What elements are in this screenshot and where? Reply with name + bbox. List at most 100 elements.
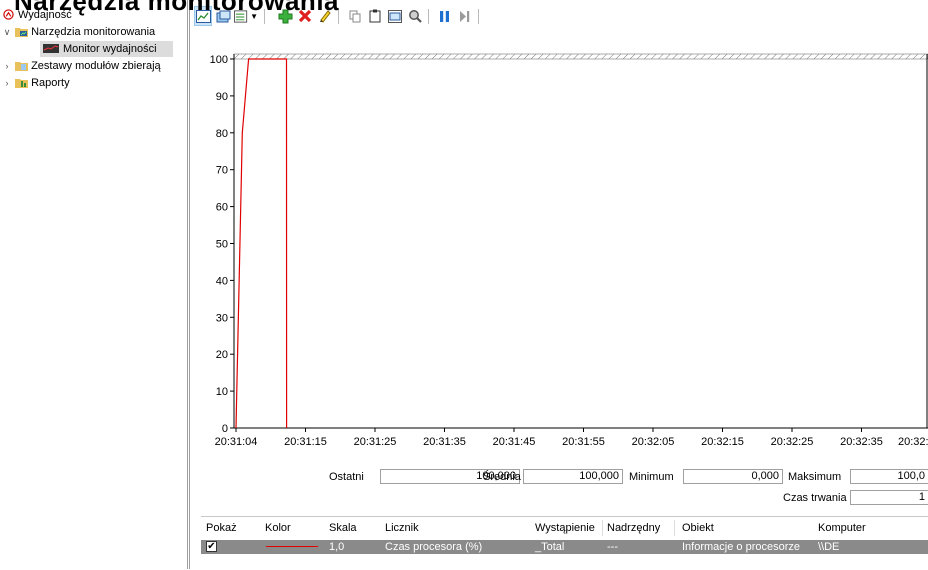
- column-header-computer[interactable]: Komputer: [818, 518, 866, 538]
- y-tick-label: 80: [216, 128, 228, 140]
- computer-cell: \\DE: [818, 541, 840, 553]
- x-tick-label: 20:31:55: [562, 436, 605, 448]
- instance-cell: _Total: [535, 541, 565, 553]
- y-tick-label: 50: [216, 239, 228, 251]
- object-cell: Informacje o procesorze: [682, 541, 800, 553]
- last-label: Ostatni: [329, 471, 364, 483]
- tree-item-performance-monitor[interactable]: Monitor wydajności: [40, 41, 173, 57]
- overflow-band: [233, 53, 928, 60]
- tree-item-label: Wydajność: [18, 9, 72, 21]
- folder-tools-icon: [15, 28, 29, 37]
- y-tick-label: 60: [216, 202, 228, 214]
- parent-cell: ---: [607, 541, 618, 553]
- properties-icon: [388, 9, 402, 23]
- duration-label: Czas trwania: [783, 492, 847, 504]
- paste-clipboard-icon: [369, 9, 380, 23]
- x-tick-label: 20:31:35: [423, 436, 466, 448]
- pane-border: [189, 0, 190, 569]
- duration-value: 1: [850, 490, 928, 505]
- copy-icon: [349, 10, 360, 22]
- chevron-down-icon: ▼: [250, 11, 258, 21]
- chart-svg: 100908070605040302010020:31:04 20:31:15 20…: [210, 53, 928, 448]
- column-header-color[interactable]: Kolor: [265, 518, 291, 538]
- clipboard-view-icon: [216, 10, 230, 22]
- delete-counter-button[interactable]: [296, 6, 314, 26]
- column-header-scale[interactable]: Skala: [329, 518, 357, 538]
- tree-item-label: Narzędzia monitorowania: [31, 26, 156, 38]
- toolbar-separator: [338, 9, 339, 24]
- maximum-label: Maksimum: [788, 471, 842, 483]
- column-header-object[interactable]: Obiekt: [682, 518, 714, 538]
- zoom-button[interactable]: [406, 6, 424, 26]
- tree-item-label: Raporty: [31, 77, 70, 89]
- toolbar-separator: [264, 9, 265, 24]
- delete-x-icon: [298, 9, 312, 23]
- column-header-counter[interactable]: Licznik: [385, 518, 419, 538]
- toolbar-separator: [478, 9, 479, 24]
- chevron-down-icon[interactable]: ∨: [2, 24, 12, 40]
- change-graph-type-button[interactable]: [194, 6, 212, 26]
- x-tick-label: 20:31:45: [493, 436, 536, 448]
- copy-properties-button[interactable]: [214, 6, 232, 26]
- tree-item-label: Zestawy modułów zbierają: [31, 60, 161, 72]
- pane-divider[interactable]: [187, 0, 188, 569]
- y-tick-label: 90: [216, 91, 228, 103]
- y-tick-label: 30: [216, 312, 228, 324]
- plus-icon: [278, 9, 292, 23]
- column-separator[interactable]: [674, 520, 675, 536]
- maximum-value: 100,0: [850, 469, 928, 484]
- x-tick-label: 20:32:25: [771, 436, 814, 448]
- minimum-label: Minimum: [629, 471, 674, 483]
- column-header-parent[interactable]: Nadrzędny: [607, 518, 660, 538]
- tree-item-reports[interactable]: › Raporty: [2, 75, 70, 91]
- average-label: Średnia: [483, 471, 521, 483]
- y-tick-label: 70: [216, 165, 228, 177]
- table-row[interactable]: ✔ 1,0 Czas procesora (%) _Total --- Info…: [201, 540, 928, 554]
- toolbar-separator: [428, 9, 429, 24]
- y-tick-label: 0: [222, 423, 228, 435]
- minimum-value: 0,000: [683, 469, 783, 484]
- line-graph-icon: [195, 9, 211, 23]
- x-tick-label: 20:32:35: [840, 436, 883, 448]
- x-tick-label: 20:31:15: [284, 436, 327, 448]
- y-tick-label: 40: [216, 275, 228, 287]
- show-checkbox[interactable]: ✔: [206, 541, 217, 552]
- tree-item-label: Monitor wydajności: [63, 43, 157, 55]
- highlighter-pen-icon: [320, 10, 331, 23]
- copy-button[interactable]: [346, 6, 364, 26]
- performance-chart[interactable]: 100 90 80 70 60 50 40 30 20 10 0 20:31:04 20:31:15 20…: [192, 30, 928, 460]
- view-dropdown-button[interactable]: ▼: [234, 6, 258, 26]
- tree-item-performance[interactable]: Wydajność: [2, 7, 72, 23]
- paste-button[interactable]: [366, 6, 384, 26]
- counter-cell: Czas procesora (%): [385, 541, 483, 553]
- add-counter-button[interactable]: [276, 6, 294, 26]
- chevron-right-icon[interactable]: ›: [2, 58, 12, 74]
- x-tick-label: 20:32:4: [898, 436, 928, 448]
- column-header-show[interactable]: Pokaż: [206, 518, 237, 538]
- update-data-button[interactable]: [455, 6, 473, 26]
- freeze-display-button[interactable]: [435, 6, 453, 26]
- y-tick-label: 20: [216, 349, 228, 361]
- pause-icon: [439, 10, 449, 22]
- tree-item-monitoring-tools[interactable]: ∨ Narzędzia monitorowania: [2, 24, 155, 40]
- magnifier-icon: [409, 10, 422, 23]
- chevron-right-icon[interactable]: ›: [2, 75, 12, 91]
- y-tick-label: 100: [210, 54, 228, 66]
- x-tick-label: 20:31:25: [354, 436, 397, 448]
- step-forward-icon: [459, 10, 469, 22]
- folder-reports-icon: [15, 79, 29, 88]
- performance-monitor-icon: [43, 44, 59, 53]
- x-tick-label: 20:31:04: [215, 436, 258, 448]
- y-tick-label: 10: [216, 386, 228, 398]
- x-tick-label: 20:32:05: [632, 436, 675, 448]
- column-separator[interactable]: [602, 520, 603, 536]
- scale-cell: 1,0: [329, 541, 345, 553]
- highlight-button[interactable]: [316, 6, 334, 26]
- performance-icon: [3, 9, 14, 20]
- properties-button[interactable]: [386, 6, 404, 26]
- x-tick-label: 20:32:15: [701, 436, 744, 448]
- column-header-instance[interactable]: Wystąpienie: [535, 518, 595, 538]
- tree-item-data-collector-sets[interactable]: › Zestawy modułów zbierają: [2, 58, 161, 74]
- report-view-icon: [234, 9, 248, 23]
- folder-collector-icon: [15, 62, 29, 71]
